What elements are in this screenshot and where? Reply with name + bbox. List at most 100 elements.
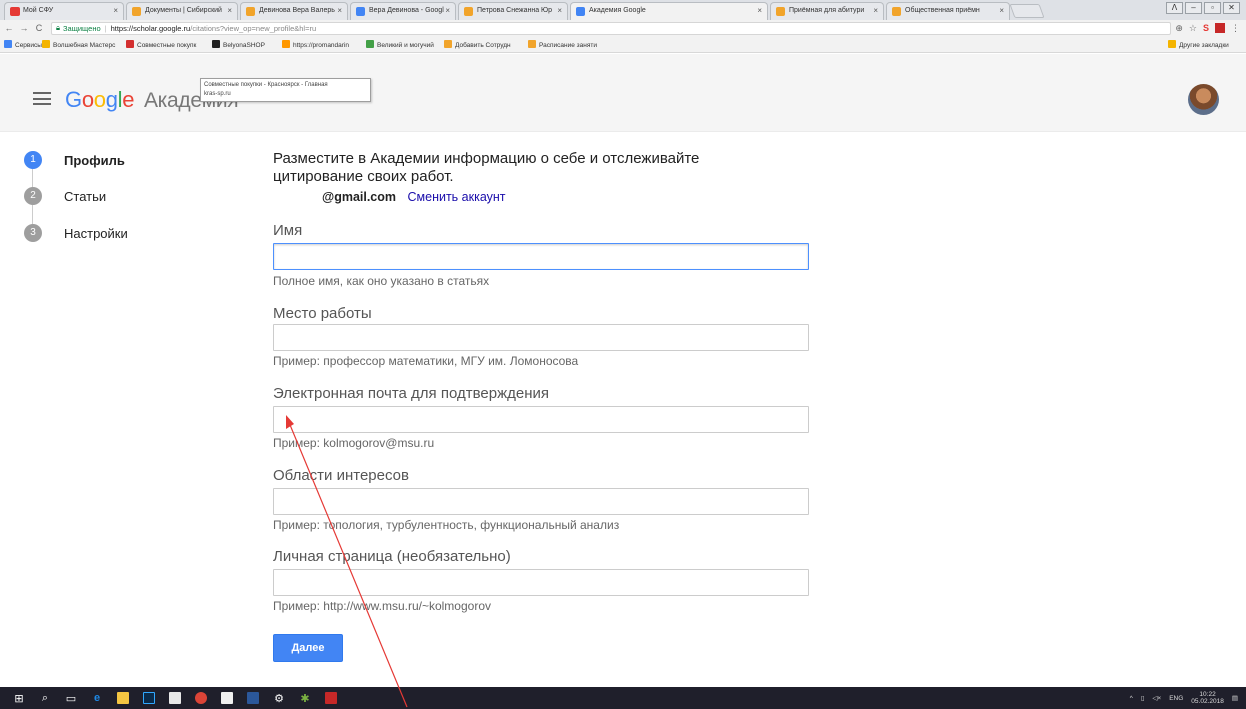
system-tray: ^ ▯ ◁× ENG 10:22 05.02.2018 ▤	[1130, 687, 1238, 709]
next-button[interactable]: Далее	[273, 634, 343, 662]
browser-tab[interactable]: Вера Девинова - Googl ×	[350, 2, 456, 20]
bookmark-tooltip: Совместные покупки - Красноярск - Главна…	[200, 78, 371, 102]
acrobat-icon[interactable]	[324, 691, 338, 705]
url-field[interactable]: 🔒︎ Защищено | https://scholar.google.ru /…	[51, 21, 1171, 35]
volume-icon[interactable]: ◁×	[1152, 694, 1161, 702]
search-icon[interactable]: ⌕	[38, 691, 52, 705]
settings-icon[interactable]: ⚙	[272, 691, 286, 705]
step-profile[interactable]: 1 Профиль	[24, 151, 125, 169]
step-settings[interactable]: 3 Настройки	[24, 224, 128, 242]
app-green-icon[interactable]: ✱	[298, 691, 312, 705]
interests-input[interactable]	[273, 488, 809, 515]
scholar-icon	[356, 7, 365, 16]
close-icon[interactable]: ×	[999, 3, 1004, 19]
url-path: /citations?view_op=new_profile&hl=ru	[190, 23, 317, 33]
homepage-input[interactable]	[273, 569, 809, 596]
bookmark-item[interactable]: BelyonaSHOP	[212, 40, 265, 49]
bookmark-item[interactable]: Сервисы	[4, 40, 42, 49]
bookmark-item[interactable]: Великий и могучий	[366, 40, 434, 49]
bookmark-icon	[528, 40, 536, 48]
forward-icon[interactable]: →	[18, 23, 30, 33]
language-indicator[interactable]: ENG	[1169, 695, 1183, 702]
step-number: 2	[24, 187, 42, 205]
network-icon[interactable]: ▯	[1141, 694, 1145, 702]
chrome-icon[interactable]	[194, 691, 208, 705]
browser-tab[interactable]: Документы | Сибирский ×	[126, 2, 238, 20]
interests-hint: Пример: топология, турбулентность, функц…	[273, 518, 620, 532]
new-tab-button[interactable]	[1009, 4, 1045, 18]
browser-tab[interactable]: Мой СФУ ×	[4, 2, 124, 20]
maximize-icon[interactable]: ▫	[1204, 2, 1221, 14]
task-view-icon[interactable]: ▭	[64, 691, 78, 705]
word-icon[interactable]	[246, 691, 260, 705]
name-label: Имя	[273, 222, 303, 239]
scholar-header: Google Академия	[0, 54, 1246, 132]
doc-icon	[132, 7, 141, 16]
browser-tab[interactable]: Петрова Снежанна Юр ×	[458, 2, 568, 20]
photoshop-icon[interactable]	[142, 691, 156, 705]
edge-icon[interactable]: e	[90, 691, 104, 705]
step-connector	[32, 168, 33, 188]
notifications-icon[interactable]: ▤	[1232, 694, 1238, 702]
address-bar-row: ← → C 🔒︎ Защищено | https://scholar.goog…	[0, 20, 1246, 36]
bookmark-icon	[212, 40, 220, 48]
url-host: https://scholar.google.ru	[110, 23, 191, 33]
bookmark-icon	[444, 40, 452, 48]
extension-s-icon[interactable]: S	[1203, 23, 1209, 33]
browser-tab-active[interactable]: Академия Google ×	[570, 2, 768, 20]
mail-icon[interactable]	[168, 691, 182, 705]
extension-pdf-icon[interactable]	[1215, 23, 1225, 33]
workplace-input[interactable]	[273, 324, 809, 351]
bookmark-icon	[366, 40, 374, 48]
step-number: 1	[24, 151, 42, 169]
step-label: Настройки	[64, 225, 128, 241]
toolbar-right: ⊕ ☆ S ⋮	[1175, 23, 1246, 34]
email-label: Электронная почта для подтверждения	[273, 385, 549, 402]
browser-tab[interactable]: Приёмная для абитури ×	[770, 2, 884, 20]
name-input[interactable]	[273, 243, 809, 270]
browser-tab[interactable]: Девинова Вера Валерь ×	[240, 2, 348, 20]
user-icon[interactable]: ꓥ	[1166, 2, 1183, 14]
windows-start-icon[interactable]: ⊞	[12, 691, 26, 705]
menu-dots-icon[interactable]: ⋮	[1231, 23, 1240, 34]
bookmark-item[interactable]: https://promandarin	[282, 40, 349, 49]
close-icon[interactable]: ×	[873, 3, 878, 19]
reload-icon[interactable]: C	[33, 23, 45, 33]
bookmark-label: Другие закладки	[1179, 42, 1229, 49]
explorer-icon[interactable]	[116, 691, 130, 705]
menu-icon[interactable]	[33, 92, 51, 105]
back-icon[interactable]: ←	[3, 23, 15, 33]
avatar[interactable]	[1188, 84, 1219, 115]
zoom-icon[interactable]: ⊕	[1175, 23, 1183, 34]
other-bookmarks[interactable]: Другие закладки	[1168, 40, 1229, 49]
close-icon[interactable]: ×	[227, 3, 232, 19]
close-icon[interactable]: ×	[113, 3, 118, 19]
bookmark-item[interactable]: Добавить Сотрудн	[444, 40, 511, 49]
chevron-up-icon[interactable]: ^	[1130, 695, 1133, 702]
switch-account-link[interactable]: Сменить аккаунт	[408, 190, 506, 204]
windows-taskbar: ⊞ ⌕ ▭ e ⚙ ✱ ^ ▯ ◁× ENG 10:22 05.02.2018 …	[0, 687, 1246, 709]
bookmark-label: https://promandarin	[293, 42, 350, 49]
bookmark-item[interactable]: Совместные покупк	[126, 40, 196, 49]
close-icon[interactable]: ×	[557, 3, 562, 19]
tab-label: Общественная приёмн	[905, 7, 980, 14]
tab-label: Мой СФУ	[23, 7, 54, 14]
bookmark-label: BelyonaSHOP	[223, 42, 265, 49]
apps-icon	[4, 40, 12, 48]
store-icon[interactable]	[220, 691, 234, 705]
clock[interactable]: 10:22 05.02.2018	[1191, 691, 1224, 705]
star-icon[interactable]: ☆	[1189, 23, 1197, 34]
browser-tab[interactable]: Общественная приёмн ×	[886, 2, 1010, 20]
close-icon[interactable]: ×	[337, 3, 342, 19]
email-field[interactable]	[273, 406, 809, 433]
tooltip-url: kras-sp.ru	[204, 91, 231, 97]
tab-label: Петрова Снежанна Юр	[477, 7, 553, 14]
close-icon[interactable]: ×	[757, 3, 762, 19]
close-window-icon[interactable]: ✕	[1223, 2, 1240, 14]
minimize-icon[interactable]: –	[1185, 2, 1202, 14]
bookmark-item[interactable]: Волшебная Мастерс	[42, 40, 115, 49]
bookmark-item[interactable]: Расписание заняти	[528, 40, 597, 49]
step-articles[interactable]: 2 Статьи	[24, 187, 106, 205]
close-icon[interactable]: ×	[445, 3, 450, 19]
bookmark-label: Волшебная Мастерс	[53, 42, 116, 49]
